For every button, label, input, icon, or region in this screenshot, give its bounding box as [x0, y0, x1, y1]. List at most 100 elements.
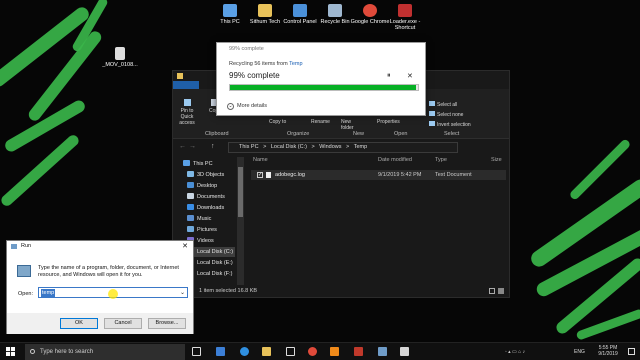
invert-selection-icon [429, 121, 435, 126]
desktop-icon-mov-file[interactable]: _MOV_0108... [100, 47, 140, 68]
progress-percent-text: 99% complete [229, 71, 280, 80]
open-input-value: temp [41, 289, 56, 297]
chevron-down-icon[interactable]: ⌄ [180, 289, 185, 296]
desktop-icon-this-pc[interactable]: This PC [210, 4, 250, 25]
file-name: adobegc.log [275, 172, 305, 178]
copy-to-button[interactable]: Copy to [269, 119, 286, 125]
search-placeholder: Type here to search [40, 349, 94, 355]
nav-item-music[interactable]: Music [187, 214, 211, 224]
wallpaper-stroke [534, 225, 640, 299]
status-bar: 1 item selected 16.8 KB [173, 285, 509, 298]
desktop-icon-sithum-tech[interactable]: Sithum Tech [245, 4, 285, 25]
select-none-icon [429, 111, 435, 116]
ribbon-group-organize: Organize [287, 131, 310, 137]
status-text: 1 item selected 16.8 KB [199, 288, 258, 294]
chrome-icon [363, 4, 377, 17]
properties-button[interactable]: Properties [377, 119, 400, 125]
run-description: Type the name of a program, folder, docu… [38, 265, 179, 278]
nav-item-downloads[interactable]: Downloads [187, 203, 224, 213]
task-view-icon[interactable] [192, 347, 201, 356]
desktop-icon-loader-shortcut[interactable]: Loader.exe - Shortcut [385, 4, 425, 31]
cancel-button[interactable]: Cancel [104, 318, 142, 329]
file-explorer-icon[interactable] [262, 347, 271, 356]
breadcrumb-this-pc[interactable]: This PC [239, 144, 259, 150]
column-header-type[interactable]: Type [435, 157, 447, 163]
select-all-icon [429, 101, 435, 106]
column-header-name[interactable]: Name [253, 157, 268, 163]
address-row: ← → ↑ This PC > Local Disk (C:) > Window… [173, 141, 509, 154]
desktop-icon-control-panel[interactable]: Control Panel [280, 4, 320, 25]
forward-arrow-icon[interactable]: → [189, 143, 196, 150]
download-icon [187, 204, 194, 210]
details-view-icon[interactable] [489, 288, 495, 294]
dialog-title: Run [21, 243, 32, 249]
mail-icon[interactable] [286, 347, 295, 356]
breadcrumb-local-disk-c[interactable]: Local Disk (C:) [271, 144, 307, 150]
notifications-icon[interactable] [628, 348, 635, 355]
progress-bar-fill [230, 85, 417, 90]
rename-button[interactable]: Rename [311, 119, 330, 125]
input-language[interactable]: ENG [574, 349, 585, 355]
column-header-date[interactable]: Date modified [378, 157, 412, 163]
button-area: OK Cancel Browse... [7, 313, 193, 334]
clock-date: 9/1/2019 [598, 351, 618, 357]
run-taskbar-icon[interactable] [378, 347, 387, 356]
nav-item-this-pc[interactable]: This PC [183, 159, 213, 169]
nav-scrollbar[interactable] [237, 157, 244, 285]
nav-item-desktop[interactable]: Desktop [187, 181, 217, 191]
nav-item-documents[interactable]: Documents [187, 192, 225, 202]
clock[interactable]: 5:55 PM 9/1/2019 [592, 345, 624, 357]
invert-selection-button[interactable]: Invert selection [429, 121, 471, 128]
vlc-icon[interactable] [330, 347, 339, 356]
loader-app-icon [398, 4, 412, 17]
pause-button[interactable]: ⏸ [387, 72, 391, 80]
taskbar-search-box[interactable]: Type here to search [25, 344, 185, 360]
run-app-icon [11, 244, 17, 249]
store-icon[interactable] [216, 347, 225, 356]
ribbon-group-new: New [353, 131, 365, 137]
ok-button[interactable]: OK [60, 318, 98, 329]
pin-icon [183, 99, 191, 106]
tab-file[interactable] [173, 81, 199, 89]
file-row[interactable]: ✓ adobegc.log 9/1/2019 5:42 PM Text Docu… [251, 170, 506, 180]
breadcrumb-temp[interactable]: Temp [354, 144, 367, 150]
tray-icons[interactable]: ◦ ▴ ▭ ⌂ ♪ [505, 349, 525, 355]
edge-icon[interactable] [240, 347, 249, 356]
close-button[interactable]: ✕ [182, 242, 188, 250]
pin-quick-access-button[interactable]: Pin to Quick access [176, 99, 198, 126]
chrome-icon[interactable] [308, 347, 317, 356]
scrollbar-thumb[interactable] [238, 167, 243, 217]
open-label: Open: [18, 291, 33, 297]
column-header-size[interactable]: Size [491, 157, 502, 163]
back-arrow-icon[interactable]: ← [179, 143, 186, 150]
file-type: Text Document [435, 172, 472, 178]
select-none-button[interactable]: Select none [429, 111, 463, 118]
checkbox-icon[interactable]: ✓ [257, 172, 263, 178]
address-bar[interactable]: This PC > Local Disk (C:) > Windows > Te… [228, 142, 458, 153]
source-folder-link[interactable]: Temp [289, 61, 302, 67]
cancel-operation-button[interactable]: ✕ [407, 72, 413, 80]
progress-bar [229, 84, 419, 91]
more-details-toggle[interactable]: ⌄ More details [227, 103, 267, 110]
breadcrumb-windows[interactable]: Windows [319, 144, 341, 150]
search-icon [30, 349, 35, 354]
new-folder-button[interactable]: New folder [341, 119, 361, 131]
large-icons-view-icon[interactable] [498, 288, 504, 294]
video-file-icon [115, 47, 125, 60]
control-panel-icon [293, 4, 307, 17]
cursor-highlight [108, 289, 118, 299]
desktop-icon-recycle-bin[interactable]: Recycle Bin [315, 4, 355, 25]
nav-item-pictures[interactable]: Pictures [187, 225, 217, 235]
browse-button[interactable]: Browse... [148, 318, 186, 329]
pictures-icon [187, 226, 194, 232]
app-icon[interactable] [400, 347, 409, 356]
media-app-icon[interactable] [354, 347, 363, 356]
nav-item-3d-objects[interactable]: 3D Objects [187, 170, 224, 180]
up-arrow-icon[interactable]: ↑ [211, 143, 215, 150]
dialog-title: 99% complete [229, 46, 264, 52]
windows-start-icon[interactable] [6, 347, 15, 356]
select-all-button[interactable]: Select all [429, 101, 457, 108]
breadcrumb-separator: > [346, 144, 350, 150]
ribbon-group-clipboard: Clipboard [205, 131, 229, 137]
desktop-icon-google-chrome[interactable]: Google Chrome [350, 4, 390, 25]
